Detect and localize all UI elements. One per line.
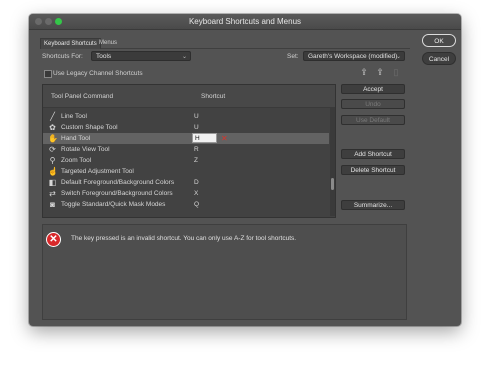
title-bar: Keyboard Shortcuts and Menus — [29, 14, 461, 30]
table-row[interactable]: ╱ Line Tool U — [43, 111, 329, 122]
set-value: Gareth's Workspace (modified) — [308, 53, 398, 60]
set-label: Set: — [287, 53, 299, 60]
table-row[interactable]: ⟳ Rotate View Tool R — [43, 144, 329, 155]
hand-tool-icon: ✋ — [48, 134, 58, 143]
row-shortcut: X — [194, 190, 199, 197]
message-area: ✕ The key pressed is an invalid shortcut… — [42, 224, 407, 320]
row-command: Hand Tool — [61, 135, 91, 142]
row-command: Line Tool — [61, 113, 87, 120]
shortcuts-for-select[interactable]: Tools ⌄ — [91, 51, 191, 61]
column-header-shortcut: Shortcut — [201, 93, 226, 100]
keyboard-shortcuts-dialog: Keyboard Shortcuts and Menus Keyboard Sh… — [29, 14, 461, 326]
row-command: Toggle Standard/Quick Mask Modes — [61, 201, 166, 208]
quick-mask-icon: ◙ — [50, 200, 55, 209]
save-set-as-icon[interactable]: ⇪ — [375, 67, 385, 77]
error-icon: ✕ — [46, 232, 61, 247]
scrollbar-thumb[interactable] — [331, 178, 334, 190]
save-set-icon[interactable]: ⇪ — [359, 67, 369, 77]
table-row[interactable]: ⚲ Zoom Tool Z — [43, 155, 329, 166]
add-shortcut-button[interactable]: Add Shortcut — [341, 149, 405, 159]
row-command: Rotate View Tool — [61, 146, 110, 153]
error-message-text: The key pressed is an invalid shortcut. … — [71, 235, 297, 242]
table-row[interactable]: ✿ Custom Shape Tool U — [43, 122, 329, 133]
row-command: Default Foreground/Background Colors — [61, 179, 175, 186]
table-scrollbar[interactable] — [330, 108, 335, 216]
row-shortcut: R — [194, 146, 199, 153]
row-command: Custom Shape Tool — [61, 124, 118, 131]
undo-button[interactable]: Undo — [341, 99, 405, 109]
switch-colors-icon: ⇄ — [49, 189, 56, 198]
row-shortcut: Z — [194, 157, 198, 164]
accept-button[interactable]: Accept — [341, 84, 405, 94]
delete-shortcut-button[interactable]: Delete Shortcut — [341, 165, 405, 175]
shortcut-input[interactable]: H — [192, 133, 217, 143]
ok-button[interactable]: OK — [422, 34, 456, 47]
table-row[interactable]: ◧ Default Foreground/Background Colors D — [43, 177, 329, 188]
invalid-shortcut-icon[interactable]: ✕ — [221, 133, 228, 144]
targeted-adjustment-tool-icon: ☝ — [48, 167, 58, 176]
line-tool-icon: ╱ — [50, 112, 55, 121]
chevron-down-icon: ⌄ — [181, 54, 187, 60]
table-row[interactable]: ⇄ Switch Foreground/Background Colors X — [43, 188, 329, 199]
row-command: Zoom Tool — [61, 157, 92, 164]
table-row-selected[interactable]: ✋ Hand Tool H ✕ — [43, 133, 329, 144]
window-title: Keyboard Shortcuts and Menus — [188, 17, 302, 26]
zoom-tool-icon: ⚲ — [49, 156, 56, 165]
row-command: Targeted Adjustment Tool — [61, 168, 134, 175]
legacy-channel-label: Use Legacy Channel Shortcuts — [53, 70, 143, 77]
table-row[interactable]: ◙ Toggle Standard/Quick Mask Modes Q — [43, 199, 329, 210]
rotate-view-tool-icon: ⟳ — [49, 145, 56, 154]
tab-keyboard-shortcuts[interactable]: Keyboard Shortcuts — [40, 38, 101, 49]
row-shortcut: D — [194, 179, 199, 186]
shortcut-input-value: H — [195, 135, 200, 142]
row-shortcut: Q — [194, 201, 200, 208]
row-shortcut: U — [194, 113, 199, 120]
table-row[interactable]: ☝ Targeted Adjustment Tool — [43, 166, 329, 177]
cancel-button[interactable]: Cancel — [422, 52, 456, 65]
legacy-channel-checkbox[interactable] — [44, 70, 52, 78]
column-header-command: Tool Panel Command — [51, 93, 114, 100]
tab-bar: Keyboard Shortcuts Menus — [40, 38, 410, 49]
delete-set-icon[interactable]: ▯ — [391, 67, 401, 77]
shortcuts-for-value: Tools — [96, 53, 112, 60]
row-shortcut: U — [194, 124, 199, 131]
summarize-button[interactable]: Summarize... — [341, 200, 405, 210]
custom-shape-tool-icon: ✿ — [49, 123, 56, 132]
default-colors-icon: ◧ — [48, 178, 57, 187]
table-header: Tool Panel Command Shortcut — [43, 85, 335, 108]
row-command: Switch Foreground/Background Colors — [61, 190, 173, 197]
set-select[interactable]: Gareth's Workspace (modified) ⌄ — [303, 51, 405, 61]
use-default-button[interactable]: Use Default — [341, 115, 405, 125]
shortcuts-table: Tool Panel Command Shortcut ╱ Line Tool … — [42, 84, 336, 218]
shortcuts-for-label: Shortcuts For: — [42, 53, 83, 60]
chevron-down-icon: ⌄ — [395, 54, 401, 60]
tab-menus[interactable]: Menus — [96, 38, 120, 48]
